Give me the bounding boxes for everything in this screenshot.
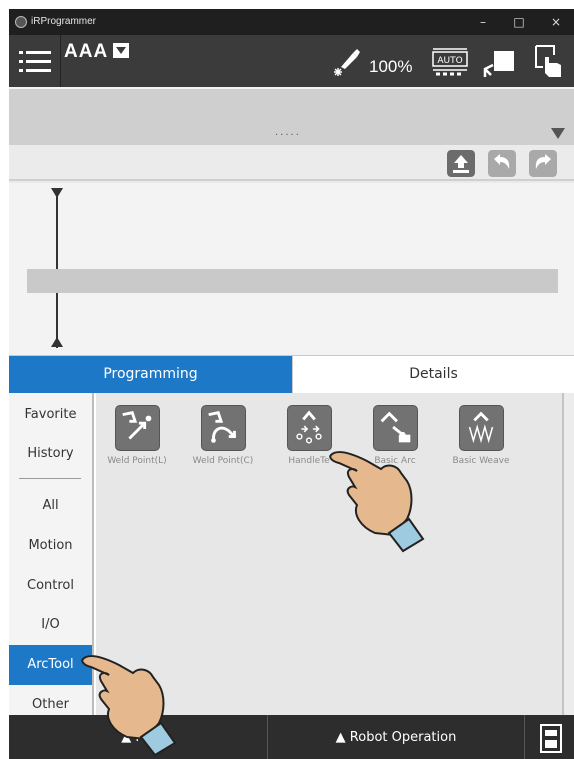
category-separator: [19, 478, 81, 479]
weld-point-circular-icon: [200, 405, 246, 451]
top-toolbar: AAA 100% AUTO: [9, 35, 574, 87]
pointing-hand-icon: [329, 451, 425, 553]
app-icon: [15, 16, 27, 28]
weld-point-circular-button[interactable]: Weld Point(C): [180, 405, 266, 466]
auto-mode-icon[interactable]: AUTO: [430, 47, 470, 77]
category-io[interactable]: I/O: [9, 605, 92, 645]
palette-scrollbar[interactable]: [562, 393, 574, 715]
panel-tabs: Programming Details: [9, 355, 574, 393]
edit-toolbar: [9, 145, 574, 181]
basic-weave-button[interactable]: Basic Weave: [438, 405, 524, 466]
robot-operation-button[interactable]: ▲ Robot Operation: [268, 715, 525, 759]
robot-view-icon[interactable]: [481, 47, 517, 79]
ribbon-expand-icon[interactable]: [551, 128, 565, 139]
program-name[interactable]: AAA: [64, 41, 108, 63]
window-title: iRProgrammer: [31, 16, 97, 27]
maximize-button[interactable]: □: [507, 12, 531, 32]
category-control[interactable]: Control: [9, 566, 92, 606]
torch-icon[interactable]: [327, 47, 361, 79]
program-timeline[interactable]: [9, 183, 574, 355]
tab-programming[interactable]: Programming: [9, 356, 292, 393]
minimize-button[interactable]: –: [471, 12, 495, 32]
redo-icon[interactable]: [529, 150, 557, 177]
palette-item-label: Weld Point(L): [107, 456, 167, 466]
undo-icon[interactable]: [488, 150, 516, 177]
window-titlebar: iRProgrammer – □ ×: [9, 9, 574, 35]
app-window: iRProgrammer – □ × AAA 100% AUTO ..... P…: [9, 9, 574, 759]
hamburger-menu-button[interactable]: [9, 35, 61, 87]
pointing-hand-icon: [81, 655, 177, 757]
timeline-lane[interactable]: [27, 269, 558, 293]
palette-item-label: Weld Point(C): [192, 456, 254, 466]
category-all[interactable]: All: [9, 486, 92, 526]
basic-weave-icon: [458, 405, 504, 451]
timeline-end-marker: [51, 337, 63, 347]
instruction-ribbon: .....: [9, 87, 574, 145]
touch-mode-icon[interactable]: [533, 43, 565, 79]
category-favorite[interactable]: Favorite: [9, 395, 92, 435]
teach-pendant-icon[interactable]: [536, 722, 566, 754]
svg-text:AUTO: AUTO: [437, 56, 462, 66]
override-value[interactable]: 100%: [369, 57, 412, 77]
palette-item-label: Basic Weave: [452, 456, 510, 466]
weld-point-linear-icon: [114, 405, 160, 451]
handle-teach-icon: [286, 405, 332, 451]
ribbon-handle[interactable]: .....: [275, 127, 301, 138]
upload-icon[interactable]: [447, 150, 475, 177]
close-button[interactable]: ×: [544, 12, 568, 32]
category-history[interactable]: History: [9, 434, 92, 474]
category-motion[interactable]: Motion: [9, 526, 92, 566]
tab-details[interactable]: Details: [292, 356, 574, 393]
weld-point-linear-button[interactable]: Weld Point(L): [94, 405, 180, 466]
program-dropdown-icon[interactable]: [113, 43, 129, 58]
